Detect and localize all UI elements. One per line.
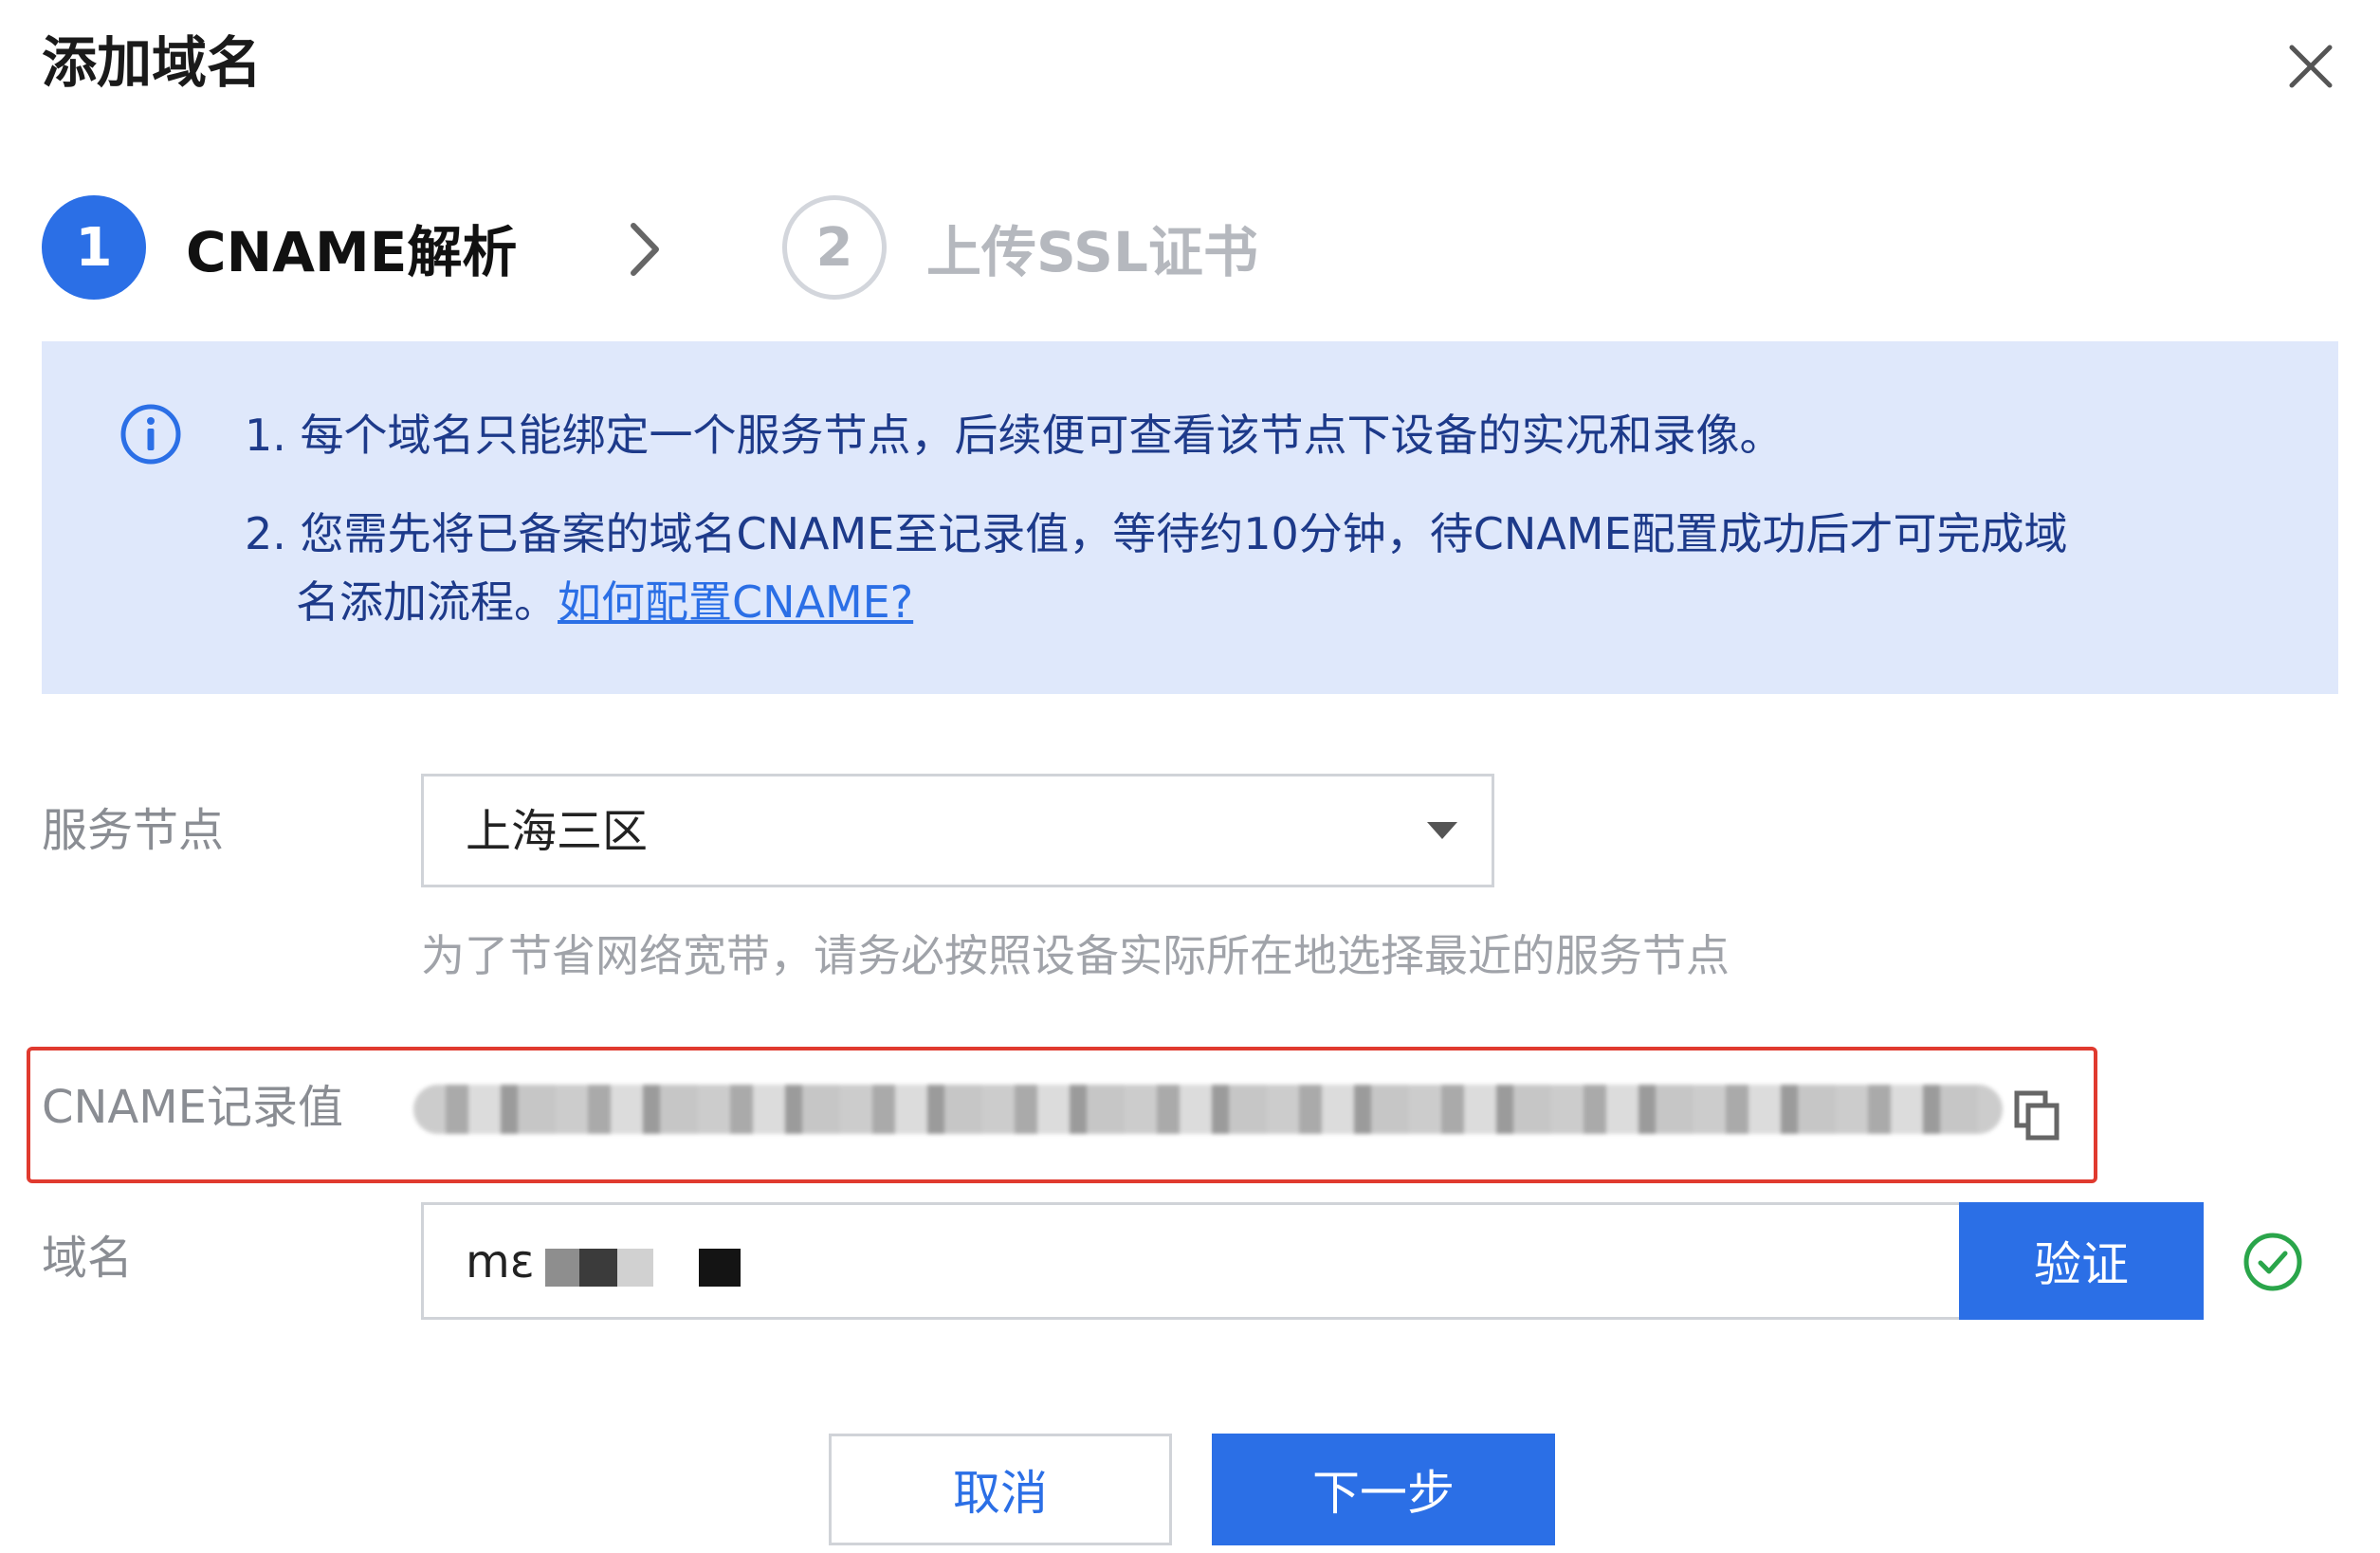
step-upload-ssl: 2 上传SSL证书	[782, 195, 1258, 300]
check-circle-icon	[2243, 1233, 2302, 1291]
service-node-select[interactable]: 上海三区	[421, 774, 1494, 887]
info-line-3: 名添加流程。如何配置CNAME?	[296, 573, 913, 631]
redacted-block	[699, 1249, 741, 1287]
domain-input-value: mε	[466, 1235, 535, 1288]
step-cname: 1 CNAME解析	[42, 195, 517, 300]
caret-down-icon	[1427, 822, 1457, 839]
chevron-right-icon	[631, 223, 659, 276]
how-to-configure-cname-link[interactable]: 如何配置CNAME?	[558, 576, 913, 628]
cname-label: CNAME记录值	[42, 1081, 344, 1134]
step-number-1: 1	[42, 195, 146, 300]
redacted-block	[617, 1249, 653, 1287]
info-line-2: 2. 您需先将已备案的域名CNAME至记录值，等待约10分钟，待CNAME配置成…	[245, 508, 2068, 559]
add-domain-dialog: 添加域名 1 CNAME解析 2 上传SSL证书 1. 每个域名只能绑定一个服务…	[0, 0, 2380, 1553]
service-node-value: 上海三区	[466, 805, 649, 858]
close-icon[interactable]	[2280, 36, 2341, 97]
next-step-button[interactable]: 下一步	[1212, 1434, 1555, 1545]
dialog-title: 添加域名	[42, 30, 263, 95]
redacted-block	[579, 1249, 617, 1287]
copy-icon[interactable]	[2014, 1090, 2061, 1142]
info-line-1: 1. 每个域名只能绑定一个服务节点，后续便可查看该节点下设备的实况和录像。	[245, 410, 1784, 461]
step-label-cname: CNAME解析	[186, 220, 518, 284]
domain-input[interactable]: mε	[421, 1202, 1963, 1320]
redacted-block	[545, 1249, 579, 1287]
service-node-help: 为了节省网络宽带，请务必按照设备实际所在地选择最近的服务节点	[421, 930, 1730, 981]
step-number-2: 2	[782, 195, 887, 300]
step-label-ssl: 上传SSL证书	[926, 220, 1258, 284]
info-icon	[120, 404, 181, 465]
verify-button[interactable]: 验证	[1959, 1202, 2204, 1320]
domain-label: 域名	[42, 1232, 134, 1285]
cname-value-redacted	[413, 1085, 2003, 1134]
cancel-button[interactable]: 取消	[829, 1434, 1172, 1545]
service-node-label: 服务节点	[42, 804, 225, 857]
info-line-3-text: 名添加流程。	[296, 576, 558, 628]
info-banner: 1. 每个域名只能绑定一个服务节点，后续便可查看该节点下设备的实况和录像。 2.…	[42, 341, 2338, 694]
